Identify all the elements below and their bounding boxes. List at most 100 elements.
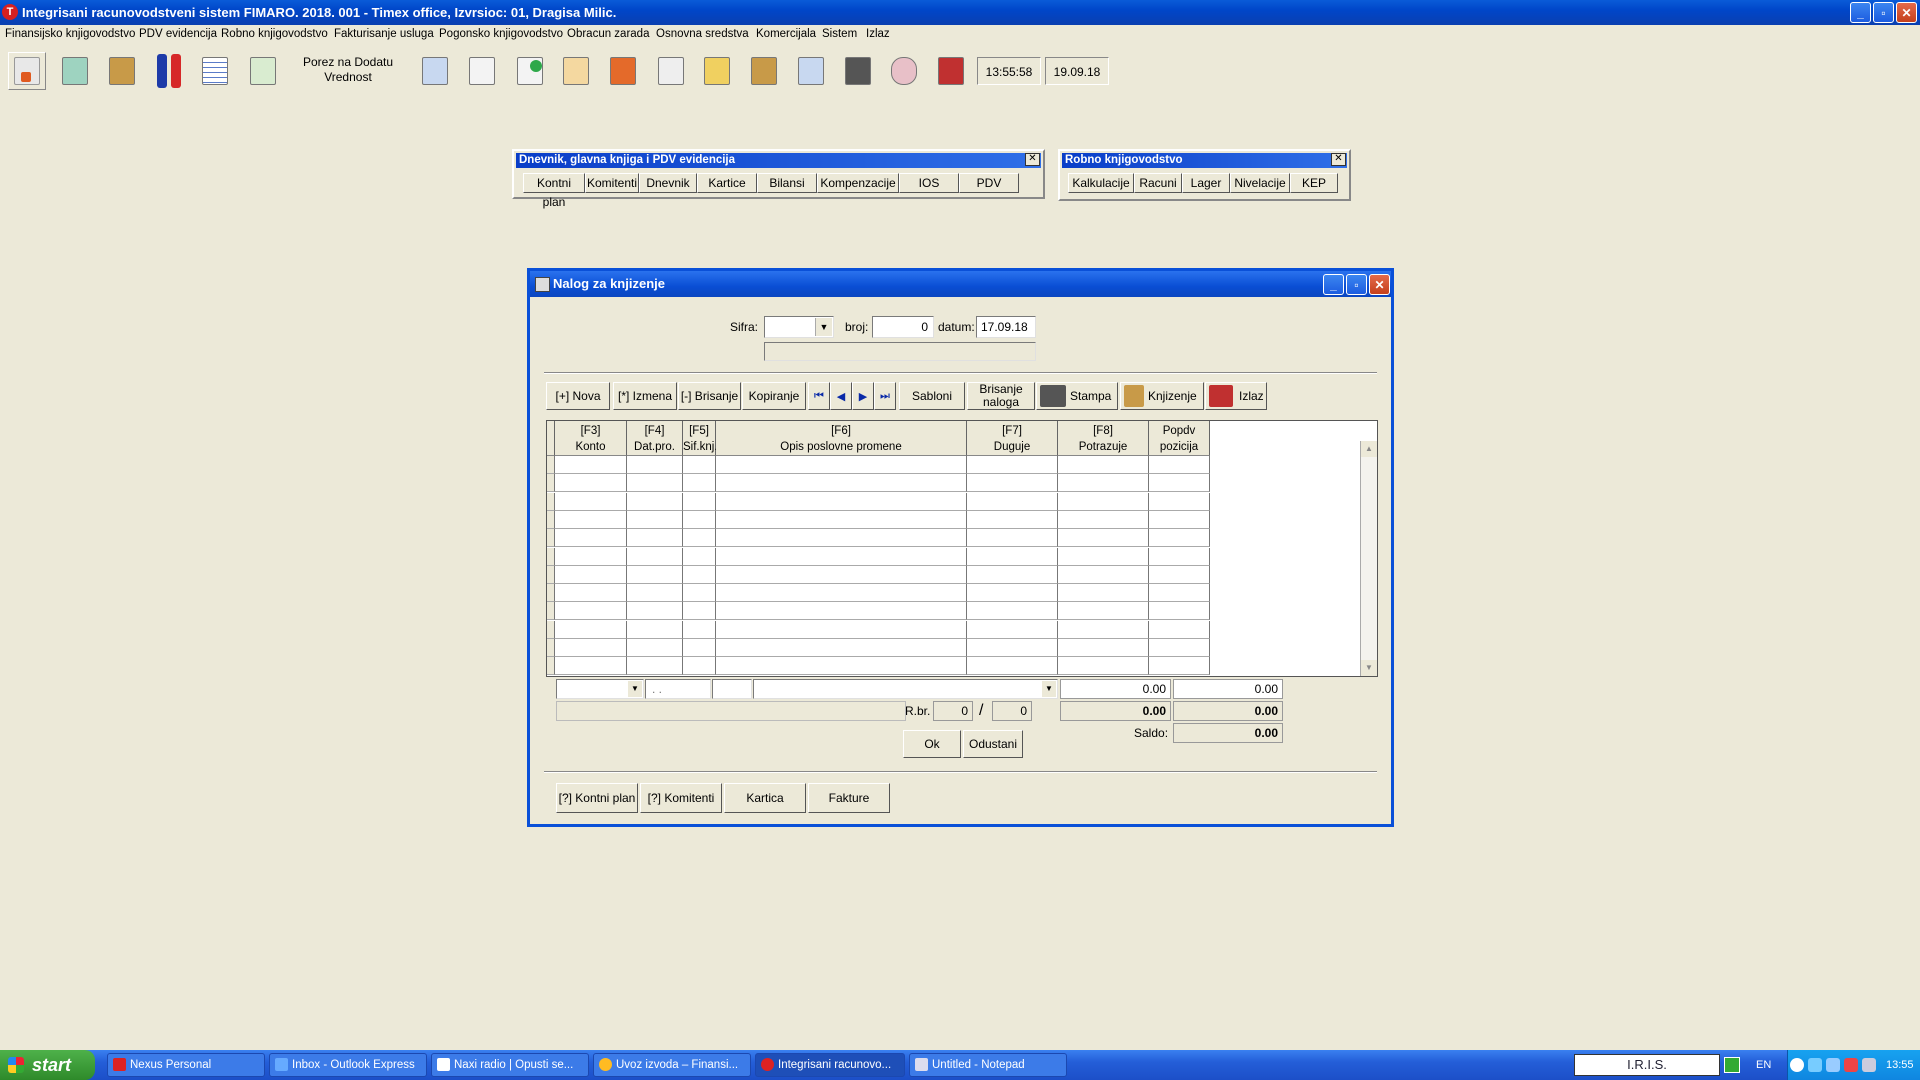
table-cell[interactable] — [1058, 456, 1149, 474]
bilansi-button[interactable]: Bilansi — [757, 173, 817, 193]
nivelacije-button[interactable]: Nivelacije — [1230, 173, 1290, 193]
ios-button[interactable]: IOS — [899, 173, 959, 193]
col-header-sifknj[interactable]: Sif.knj. — [683, 439, 718, 456]
table-cell[interactable] — [967, 474, 1058, 493]
ledger-icon[interactable] — [745, 52, 783, 90]
table-cell[interactable] — [627, 620, 683, 639]
menu-obracun[interactable]: Obracun zarada — [567, 28, 649, 40]
table-cell[interactable] — [683, 492, 716, 511]
table-cell[interactable] — [967, 492, 1058, 511]
sabloni-button[interactable]: Sabloni — [899, 382, 965, 410]
table-cell[interactable] — [683, 510, 716, 529]
table-cell[interactable] — [1058, 492, 1149, 511]
table-cell[interactable] — [967, 602, 1058, 621]
table-row[interactable] — [547, 657, 1360, 676]
tray-monitor-icon[interactable] — [1826, 1058, 1840, 1072]
opis-select[interactable]: ▼ — [753, 679, 1058, 699]
pdv-button[interactable]: PDV — [959, 173, 1019, 193]
table-cell[interactable] — [627, 547, 683, 566]
table-cell[interactable] — [555, 510, 627, 529]
table-cell[interactable] — [683, 620, 716, 639]
table-cell[interactable] — [683, 602, 716, 621]
iris-toolbar[interactable]: I.R.I.S. — [1574, 1054, 1720, 1076]
col-header-konto[interactable]: Konto — [555, 439, 627, 456]
sheet-icon[interactable] — [652, 52, 690, 90]
table-cell[interactable] — [716, 620, 967, 639]
menu-robno[interactable]: Robno knjigovodstvo — [221, 28, 328, 40]
racuni-button[interactable]: Racuni — [1134, 173, 1182, 193]
knjizenje-button[interactable]: Knjizenje — [1120, 382, 1204, 410]
table-cell[interactable] — [555, 529, 627, 548]
table-cell[interactable] — [627, 602, 683, 621]
dnevnik-button[interactable]: Dnevnik — [639, 173, 697, 193]
table-cell[interactable] — [967, 529, 1058, 548]
table-cell[interactable] — [716, 657, 967, 676]
table-row[interactable] — [547, 492, 1360, 511]
table-cell[interactable] — [555, 456, 627, 474]
green-plus-icon[interactable] — [511, 52, 549, 90]
language-indicator[interactable]: EN — [1756, 1059, 1771, 1071]
table-cell[interactable] — [627, 492, 683, 511]
table-cell[interactable] — [683, 639, 716, 657]
printer-icon[interactable] — [839, 52, 877, 90]
sifra-select[interactable]: ▼ — [764, 316, 834, 338]
table-cell[interactable] — [967, 456, 1058, 474]
task-naxi[interactable]: Naxi radio | Opusti se... — [431, 1053, 589, 1077]
table-cell[interactable] — [555, 474, 627, 493]
duguje-input[interactable]: 0.00 — [1060, 679, 1171, 699]
table-cell[interactable] — [1149, 529, 1210, 548]
task-outlook[interactable]: Inbox - Outlook Express — [269, 1053, 427, 1077]
table-cell[interactable] — [1058, 584, 1149, 603]
kartice-button[interactable]: Kartice — [697, 173, 757, 193]
tray-security-icon[interactable] — [1844, 1058, 1858, 1072]
table-cell[interactable] — [1058, 657, 1149, 676]
table-cell[interactable] — [1058, 529, 1149, 548]
izlaz-button[interactable]: Izlaz — [1205, 382, 1267, 410]
close-button[interactable]: ✕ — [1896, 2, 1917, 23]
calendar-icon[interactable] — [244, 52, 282, 90]
konto-chevron-down-icon[interactable]: ▼ — [628, 681, 642, 697]
table-cell[interactable] — [1149, 584, 1210, 603]
exit-icon[interactable] — [932, 52, 970, 90]
scroll-up-icon[interactable]: ▲ — [1361, 441, 1377, 457]
table-cell[interactable] — [683, 547, 716, 566]
table-cell[interactable] — [683, 657, 716, 676]
document-edit-icon[interactable] — [416, 52, 454, 90]
dialog-maximize-button[interactable]: ▫ — [1346, 274, 1367, 295]
table-cell[interactable] — [627, 657, 683, 676]
folder-plus-icon[interactable] — [604, 52, 642, 90]
table-cell[interactable] — [627, 565, 683, 584]
table-cell[interactable] — [967, 565, 1058, 584]
table-cell[interactable] — [555, 547, 627, 566]
datum-input[interactable]: 17.09.18 — [976, 316, 1036, 338]
table-cell[interactable] — [716, 529, 967, 548]
table-row[interactable] — [547, 456, 1360, 474]
table-cell[interactable] — [716, 456, 967, 474]
panel-robno-close-icon[interactable]: ✕ — [1331, 153, 1346, 166]
table-cell[interactable] — [555, 657, 627, 676]
show-desktop-icon[interactable] — [1724, 1057, 1740, 1073]
dialog-close-button[interactable]: ✕ — [1369, 274, 1390, 295]
task-notepad[interactable]: Untitled - Notepad — [909, 1053, 1067, 1077]
table-cell[interactable] — [555, 620, 627, 639]
opis-chevron-down-icon[interactable]: ▼ — [1042, 681, 1056, 697]
kep-button[interactable]: KEP — [1290, 173, 1338, 193]
table-row[interactable] — [547, 547, 1360, 566]
minimize-button[interactable]: _ — [1850, 2, 1871, 23]
table-cell[interactable] — [716, 492, 967, 511]
table-row[interactable] — [547, 602, 1360, 621]
table-row[interactable] — [547, 584, 1360, 603]
table-cell[interactable] — [683, 565, 716, 584]
menu-sistem[interactable]: Sistem — [822, 28, 857, 40]
col-header-potrazuje[interactable]: Potrazuje — [1058, 439, 1149, 456]
table-cell[interactable] — [1058, 474, 1149, 493]
izmena-button[interactable]: [*] Izmena — [613, 382, 677, 410]
table-cell[interactable] — [1058, 510, 1149, 529]
table-cell[interactable] — [627, 510, 683, 529]
potrazuje-input[interactable]: 0.00 — [1173, 679, 1283, 699]
table-cell[interactable] — [555, 492, 627, 511]
document-add-icon[interactable] — [463, 52, 501, 90]
table-row[interactable] — [547, 565, 1360, 584]
col-header-popdv[interactable]: pozicija — [1149, 439, 1210, 456]
task-nexus[interactable]: Nexus Personal — [107, 1053, 265, 1077]
